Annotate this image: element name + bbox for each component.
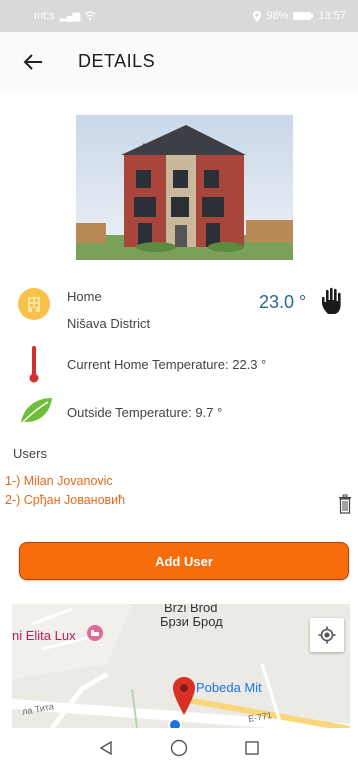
status-right: 98% 13:57 <box>253 10 346 22</box>
clock: 13:57 <box>318 10 346 22</box>
hand-icon[interactable] <box>320 286 348 316</box>
trash-icon[interactable] <box>337 494 353 514</box>
nav-recents-button[interactable] <box>242 738 262 758</box>
leaf-icon <box>21 398 52 423</box>
users-heading: Users <box>13 446 47 461</box>
details-card: Home Nišava District 23.0 ° Current Home… <box>5 92 353 600</box>
user-item-2[interactable]: 2-) Срђан Јовановић <box>5 493 125 507</box>
map-view[interactable]: Brzi Brod Брзи Брод ni Elita Lux ла Тита… <box>12 604 350 728</box>
status-left: mt:s ▂▄▆ <box>34 10 96 22</box>
my-location-icon <box>318 626 336 644</box>
thermometer-icon <box>29 346 39 383</box>
page-title: DETAILS <box>78 51 156 71</box>
wifi-icon <box>84 11 96 21</box>
house-icon <box>18 288 50 320</box>
location-icon <box>253 10 262 22</box>
battery-percent: 98% <box>266 10 289 22</box>
home-district: Nišava District <box>67 316 151 331</box>
map-marker-icon[interactable] <box>172 676 196 716</box>
circle-home-icon <box>170 739 188 756</box>
hotel-icon <box>87 625 103 641</box>
current-home-temperature: Current Home Temperature: 22.3 ° <box>67 357 267 372</box>
signal-icon: ▂▄▆ <box>59 10 80 22</box>
nav-home-button[interactable] <box>169 738 189 758</box>
app-header: DETAILS <box>0 32 358 92</box>
home-name: Home <box>67 289 102 304</box>
system-nav-bar <box>0 728 358 767</box>
triangle-back-icon <box>99 740 113 755</box>
my-location-button[interactable] <box>310 618 344 652</box>
nav-back-button[interactable] <box>96 738 116 758</box>
add-user-button[interactable]: Add User <box>19 542 349 580</box>
current-position-icon <box>168 718 182 728</box>
map-place-cyrillic: Брзи Брод <box>160 614 223 629</box>
battery-icon <box>293 12 314 20</box>
house-photo <box>76 115 293 260</box>
user-item-1[interactable]: 1-) Milan Jovanovic <box>5 474 113 488</box>
square-recents-icon <box>244 740 259 755</box>
status-bar: mt:s ▂▄▆ 98% 13:57 <box>0 0 358 32</box>
outside-temperature: Outside Temperature: 9.7 ° <box>67 405 223 420</box>
map-poi-marker: Pobeda Mit <box>196 680 262 695</box>
setpoint-temperature: 23.0 ° <box>259 292 307 312</box>
carrier-label: mt:s <box>34 10 55 22</box>
arrow-left-icon[interactable] <box>20 48 48 76</box>
map-poi-left: ni Elita Lux <box>12 628 76 643</box>
